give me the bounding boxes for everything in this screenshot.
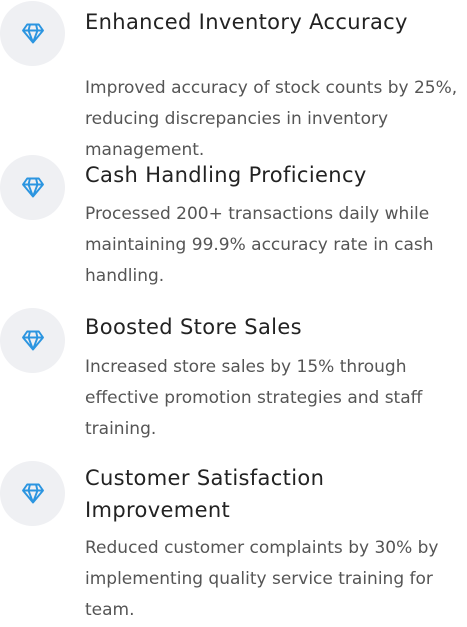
achievement-title: Customer Satisfaction Improvement xyxy=(85,466,325,522)
achievement-item: Customer Satisfaction Improvement Reduce… xyxy=(0,0,467,627)
diamond-icon xyxy=(0,461,65,526)
achievements-list: Enhanced Inventory Accuracy Improved acc… xyxy=(0,0,467,627)
diamond-icon-graphic xyxy=(21,483,44,504)
achievement-description: Reduced customer complaints by 30% by im… xyxy=(85,538,439,620)
